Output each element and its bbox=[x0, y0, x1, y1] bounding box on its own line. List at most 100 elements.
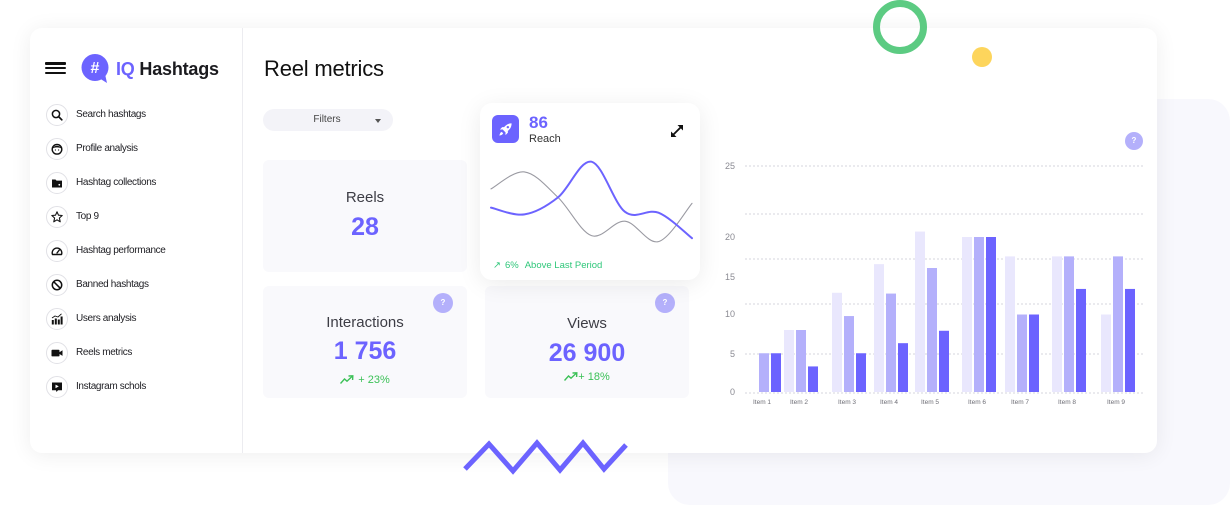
sidebar-item-label: Hashtag collections bbox=[76, 177, 157, 188]
bar-item-6-series-2 bbox=[974, 237, 984, 392]
sidebar-item-reels-metrics[interactable]: Reels metrics bbox=[46, 342, 236, 364]
y-tick-label: 5 bbox=[730, 349, 735, 359]
y-tick-label: 15 bbox=[725, 272, 735, 282]
bar-item-8-series-3 bbox=[1076, 288, 1086, 392]
interactions-value: 1 756 bbox=[333, 337, 397, 365]
y-tick-label: 10 bbox=[725, 309, 735, 319]
brand-suffix: Hashtags bbox=[139, 59, 219, 79]
caret-down-icon bbox=[375, 119, 381, 123]
bar-item-3-series-2 bbox=[844, 316, 854, 392]
bar-item-3-series-1 bbox=[832, 292, 842, 392]
bar-chart: 0 5 10 15 20 25 Item 1 Item 2 Item 3 Item 4 Item 5… bbox=[725, 161, 1143, 406]
sidebar-item-label: Instagram schols bbox=[76, 381, 146, 392]
y-tick-label: 20 bbox=[725, 232, 735, 242]
help-icon[interactable]: ? bbox=[655, 293, 675, 313]
sidebar-item-users-analysis[interactable]: Users analysis bbox=[46, 308, 236, 330]
x-tick-label: Item 7 bbox=[1011, 399, 1029, 406]
trend-up-icon bbox=[340, 375, 354, 384]
dashboard-window: # IQ Hashtags Search hashtags Profile an… bbox=[30, 28, 1157, 453]
x-tick-label: Item 4 bbox=[880, 399, 898, 406]
views-change: + 18% bbox=[485, 370, 689, 384]
reach-value: 86 bbox=[529, 113, 548, 132]
sidebar-item-top-9[interactable]: Top 9 bbox=[46, 206, 236, 228]
play-screen-icon bbox=[46, 376, 68, 398]
bar-item-4-series-1 bbox=[874, 264, 884, 392]
reels-stat-card: Reels 28 bbox=[263, 160, 467, 272]
x-tick-label: Item 3 bbox=[838, 399, 856, 406]
views-value: 26 900 bbox=[548, 339, 626, 367]
brand-name: IQ Hashtags bbox=[116, 58, 219, 80]
sidebar-item-label: Users analysis bbox=[76, 313, 137, 324]
sidebar-item-label: Banned hashtags bbox=[76, 279, 149, 290]
reach-line-series-previous bbox=[490, 171, 693, 243]
sidebar-item-instagram-schools[interactable]: Instagram schols bbox=[46, 376, 236, 398]
views-change-value: + 18% bbox=[578, 371, 610, 383]
filters-dropdown[interactable]: Filters bbox=[263, 109, 393, 131]
y-tick-label: 0 bbox=[730, 387, 735, 397]
x-tick-label: Item 5 bbox=[921, 399, 939, 406]
bar-item-7-series-1 bbox=[1005, 256, 1015, 392]
bar-item-3-series-3 bbox=[856, 353, 866, 392]
interactions-change: + 23% bbox=[263, 373, 467, 387]
star-icon bbox=[46, 206, 68, 228]
views-stat-card: ? Views 26 900 + 18% bbox=[485, 286, 689, 398]
filters-label: Filters bbox=[313, 114, 341, 125]
bar-item-9-series-2 bbox=[1113, 256, 1123, 392]
bar-item-6-series-3 bbox=[986, 237, 996, 392]
reach-card: 86 Reach ↗ 6% Above Last Period bbox=[480, 103, 700, 280]
help-icon[interactable]: ? bbox=[433, 293, 453, 313]
sidebar-item-label: Profile analysis bbox=[76, 143, 138, 154]
logo-icon: # bbox=[81, 54, 111, 84]
x-tick-label: Item 6 bbox=[968, 399, 986, 406]
bar-item-9-series-3 bbox=[1125, 288, 1135, 392]
reach-line-series-current bbox=[490, 160, 693, 240]
bar-item-5-series-3 bbox=[939, 330, 949, 392]
bar-item-8-series-2 bbox=[1064, 256, 1074, 392]
gauge-icon bbox=[46, 240, 68, 262]
reach-change-value: 6% bbox=[504, 260, 519, 271]
bar-item-7-series-3 bbox=[1029, 314, 1039, 392]
views-label: Views bbox=[567, 315, 607, 332]
reach-change: ↗ 6% Above Last Period bbox=[493, 260, 602, 272]
bar-item-4-series-2 bbox=[886, 293, 896, 392]
x-tick-label: Item 2 bbox=[790, 399, 808, 406]
reach-label: Reach bbox=[529, 133, 561, 145]
brand-prefix: IQ bbox=[116, 59, 135, 79]
bar-item-6-series-1 bbox=[962, 237, 972, 392]
reels-label: Reels bbox=[345, 189, 385, 206]
sidebar-item-profile-analysis[interactable]: Profile analysis bbox=[46, 138, 236, 160]
page-title: Reel metrics bbox=[264, 56, 384, 81]
bar-item-1-series-3 bbox=[771, 353, 781, 392]
bar-item-2-series-3 bbox=[808, 366, 818, 392]
profile-face-icon bbox=[46, 138, 68, 160]
sidebar-item-search-hashtags[interactable]: Search hashtags bbox=[46, 104, 236, 126]
bar-item-5-series-2 bbox=[927, 268, 937, 392]
bar-item-4-series-3 bbox=[898, 343, 908, 392]
svg-text:#: # bbox=[91, 60, 100, 77]
bar-item-1-series-2 bbox=[759, 353, 769, 392]
hamburger-icon[interactable] bbox=[45, 62, 66, 74]
sidebar-item-banned-hashtags[interactable]: Banned hashtags bbox=[46, 274, 236, 296]
x-tick-label: Item 1 bbox=[753, 399, 771, 406]
x-tick-label: Item 9 bbox=[1107, 399, 1125, 406]
reach-line-chart bbox=[490, 160, 693, 243]
sidebar-divider bbox=[242, 28, 243, 453]
interactions-change-value: + 23% bbox=[358, 374, 390, 386]
bar-item-2-series-2 bbox=[796, 330, 806, 392]
bar-item-5-series-1 bbox=[915, 231, 925, 392]
sidebar-item-label: Reels metrics bbox=[76, 347, 133, 358]
sidebar-item-label: Search hashtags bbox=[76, 109, 146, 120]
folder-icon bbox=[46, 172, 68, 194]
reach-change-text: Above Last Period bbox=[524, 260, 603, 271]
search-icon bbox=[46, 104, 68, 126]
bar-item-9-series-1 bbox=[1101, 314, 1111, 392]
x-tick-label: Item 8 bbox=[1058, 399, 1076, 406]
sidebar-item-hashtag-collections[interactable]: Hashtag collections bbox=[46, 172, 236, 194]
sidebar-item-hashtag-performance[interactable]: Hashtag performance bbox=[46, 240, 236, 262]
video-camera-icon bbox=[46, 342, 68, 364]
rocket-icon bbox=[492, 115, 519, 143]
sidebar-item-label: Hashtag performance bbox=[76, 245, 166, 256]
reels-value: 28 bbox=[351, 213, 379, 241]
interactions-label: Interactions bbox=[326, 314, 404, 331]
expand-icon[interactable] bbox=[669, 123, 685, 139]
